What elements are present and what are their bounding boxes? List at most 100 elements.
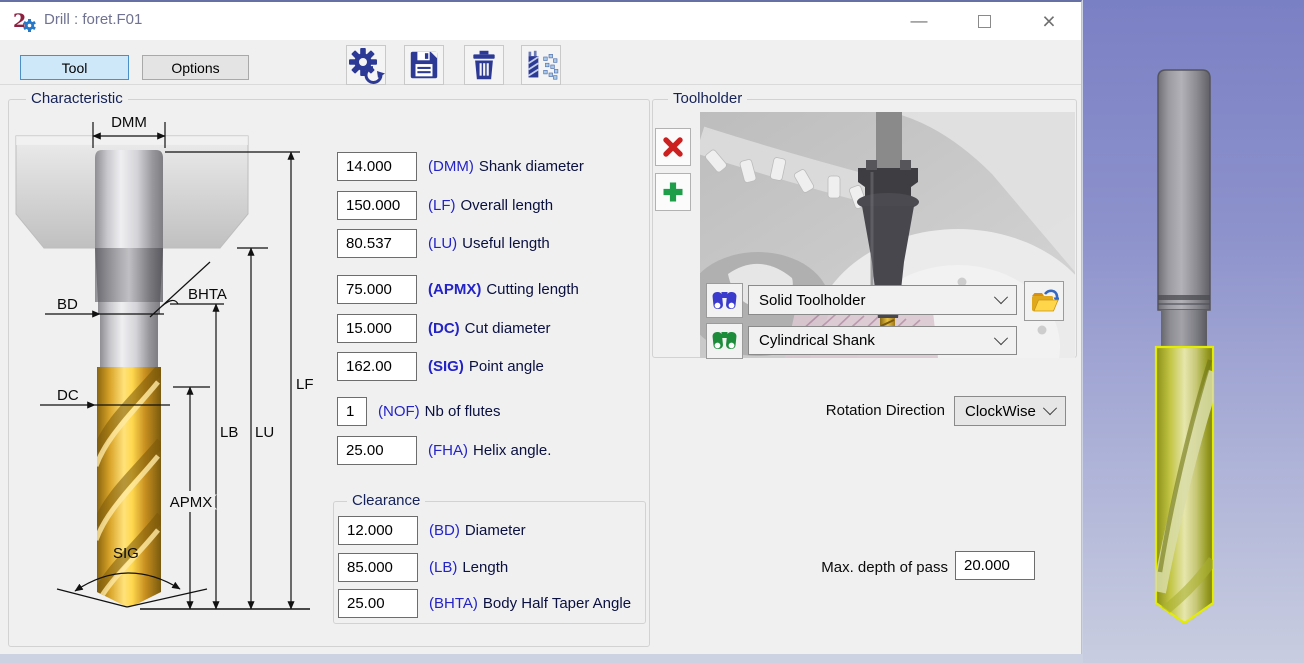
maximize-button[interactable] xyxy=(963,6,1005,36)
diagram-label-lu: LU xyxy=(255,424,274,441)
tab-options[interactable]: Options xyxy=(142,55,249,80)
field-label-clearance-length: Length xyxy=(462,559,508,576)
nb-of-flutes-input[interactable] xyxy=(337,397,367,426)
field-label-cutting-length: Cutting length xyxy=(486,281,579,298)
field-label-body-half-taper: Body Half Taper Angle xyxy=(483,595,631,612)
rotation-direction-value: ClockWise xyxy=(965,403,1045,420)
field-label-clearance-diameter: Diameter xyxy=(465,522,526,539)
trash-icon xyxy=(468,48,500,82)
clearance-length-input[interactable] xyxy=(338,553,418,582)
shank-diameter-input[interactable] xyxy=(337,152,417,181)
drill-3d-render xyxy=(1083,0,1304,663)
field-label-useful-length: Useful length xyxy=(462,235,550,252)
binoculars-green-icon xyxy=(711,330,738,352)
field-label-helix-angle: Helix angle. xyxy=(473,442,551,459)
field-code-bhta: (BHTA) xyxy=(429,595,478,612)
cut-diameter-input[interactable] xyxy=(337,314,417,343)
close-button[interactable]: × xyxy=(1028,6,1070,36)
save-button[interactable] xyxy=(404,45,444,85)
chevron-down-icon xyxy=(994,331,1008,345)
field-code-nof: (NOF) xyxy=(378,403,420,420)
search-toolholder-button[interactable] xyxy=(706,283,743,318)
cutting-length-input[interactable] xyxy=(337,275,417,304)
field-code-bd: (BD) xyxy=(429,522,460,539)
field-row-useful-length: (LU) Useful length xyxy=(337,228,550,259)
max-depth-of-pass-label: Max. depth of pass xyxy=(770,559,948,576)
overall-length-input[interactable] xyxy=(337,191,417,220)
red-x-icon xyxy=(661,135,685,159)
clearance-diameter-input[interactable] xyxy=(338,516,418,545)
add-toolholder-button[interactable] xyxy=(655,173,691,211)
clearance-group-label: Clearance xyxy=(347,493,425,509)
diagram-label-bhta: BHTA xyxy=(188,286,227,303)
toolholder-preview-image xyxy=(700,112,1075,358)
chevron-down-icon xyxy=(994,290,1008,304)
diagram-label-apmx: APMX xyxy=(170,494,213,511)
3d-viewport xyxy=(1083,0,1304,663)
field-code-lf: (LF) xyxy=(428,197,456,214)
open-folder-icon xyxy=(1029,287,1059,315)
diagram-label-bd: BD xyxy=(57,296,78,313)
tab-strip: Tool Options xyxy=(0,40,1081,85)
field-code-sig: (SIG) xyxy=(428,358,464,375)
tab-tool[interactable]: Tool xyxy=(20,55,129,80)
diagram-label-sig: SIG xyxy=(113,545,139,562)
toolholder-type-select[interactable]: Solid Toolholder xyxy=(748,285,1017,315)
field-label-cut-diameter: Cut diameter xyxy=(465,320,551,337)
drill-chips-icon xyxy=(523,49,559,81)
field-code-fha: (FHA) xyxy=(428,442,468,459)
field-row-helix-angle: (FHA) Helix angle. xyxy=(337,435,551,466)
maximize-icon xyxy=(978,15,991,28)
useful-length-input[interactable] xyxy=(337,229,417,258)
chips-simulation-button[interactable] xyxy=(521,45,561,85)
screen: 2 Drill : fo xyxy=(0,0,1304,663)
field-code-apmx: (APMX) xyxy=(428,281,481,298)
field-label-point-angle: Point angle xyxy=(469,358,544,375)
field-row-nb-flutes: (NOF) Nb of flutes xyxy=(337,396,501,427)
field-row-clearance-length: (LB) Length xyxy=(338,552,508,583)
field-label-overall-length: Overall length xyxy=(461,197,554,214)
field-code-lu: (LU) xyxy=(428,235,457,252)
field-label-nb-flutes: Nb of flutes xyxy=(425,403,501,420)
remove-toolholder-button[interactable] xyxy=(655,128,691,166)
app-logo-icon: 2 xyxy=(13,10,37,37)
point-angle-input[interactable] xyxy=(337,352,417,381)
chevron-down-icon xyxy=(1043,401,1057,415)
open-toolholder-file-button[interactable] xyxy=(1024,281,1064,321)
field-code-lb: (LB) xyxy=(429,559,457,576)
body-half-taper-angle-input[interactable] xyxy=(338,589,418,618)
titlebar: 2 Drill : fo xyxy=(0,2,1081,41)
helix-angle-input[interactable] xyxy=(337,436,417,465)
diagram-label-lb: LB xyxy=(220,424,238,441)
field-row-body-half-taper: (BHTA) Body Half Taper Angle xyxy=(338,588,631,619)
field-code-dc: (DC) xyxy=(428,320,460,337)
shank-type-select[interactable]: Cylindrical Shank xyxy=(748,326,1017,355)
characteristic-group-label: Characteristic xyxy=(26,91,128,107)
field-row-shank-diameter: (DMM) Shank diameter xyxy=(337,151,584,182)
toolholder-type-value: Solid Toolholder xyxy=(759,292,996,309)
field-code-dmm: (DMM) xyxy=(428,158,474,175)
search-shank-button[interactable] xyxy=(706,323,743,359)
diagram-label-lf: LF xyxy=(296,376,314,393)
shank-type-value: Cylindrical Shank xyxy=(759,332,996,349)
delete-tool-button[interactable] xyxy=(464,45,504,85)
green-plus-icon xyxy=(661,180,685,204)
settings-reload-button[interactable] xyxy=(346,45,386,85)
binoculars-blue-icon xyxy=(711,290,738,312)
max-depth-of-pass-input[interactable] xyxy=(955,551,1035,580)
field-row-cutting-length: (APMX) Cutting length xyxy=(337,274,579,305)
field-row-clearance-diameter: (BD) Diameter xyxy=(338,515,526,546)
rotation-direction-select[interactable]: ClockWise xyxy=(954,396,1066,426)
gear-refresh-icon xyxy=(347,46,385,84)
drill-dialog: 2 Drill : fo xyxy=(0,0,1082,654)
toolholder-group-label: Toolholder xyxy=(668,91,747,107)
field-label-shank-diameter: Shank diameter xyxy=(479,158,584,175)
window-title: Drill : foret.F01 xyxy=(44,11,142,28)
diagram-label-dmm: DMM xyxy=(111,114,147,131)
rotation-direction-label: Rotation Direction xyxy=(790,402,945,419)
field-row-point-angle: (SIG) Point angle xyxy=(337,351,544,382)
diagram-label-dc: DC xyxy=(57,387,79,404)
save-icon xyxy=(407,48,441,82)
minimize-button[interactable]: — xyxy=(898,6,940,36)
field-row-cut-diameter: (DC) Cut diameter xyxy=(337,313,551,344)
